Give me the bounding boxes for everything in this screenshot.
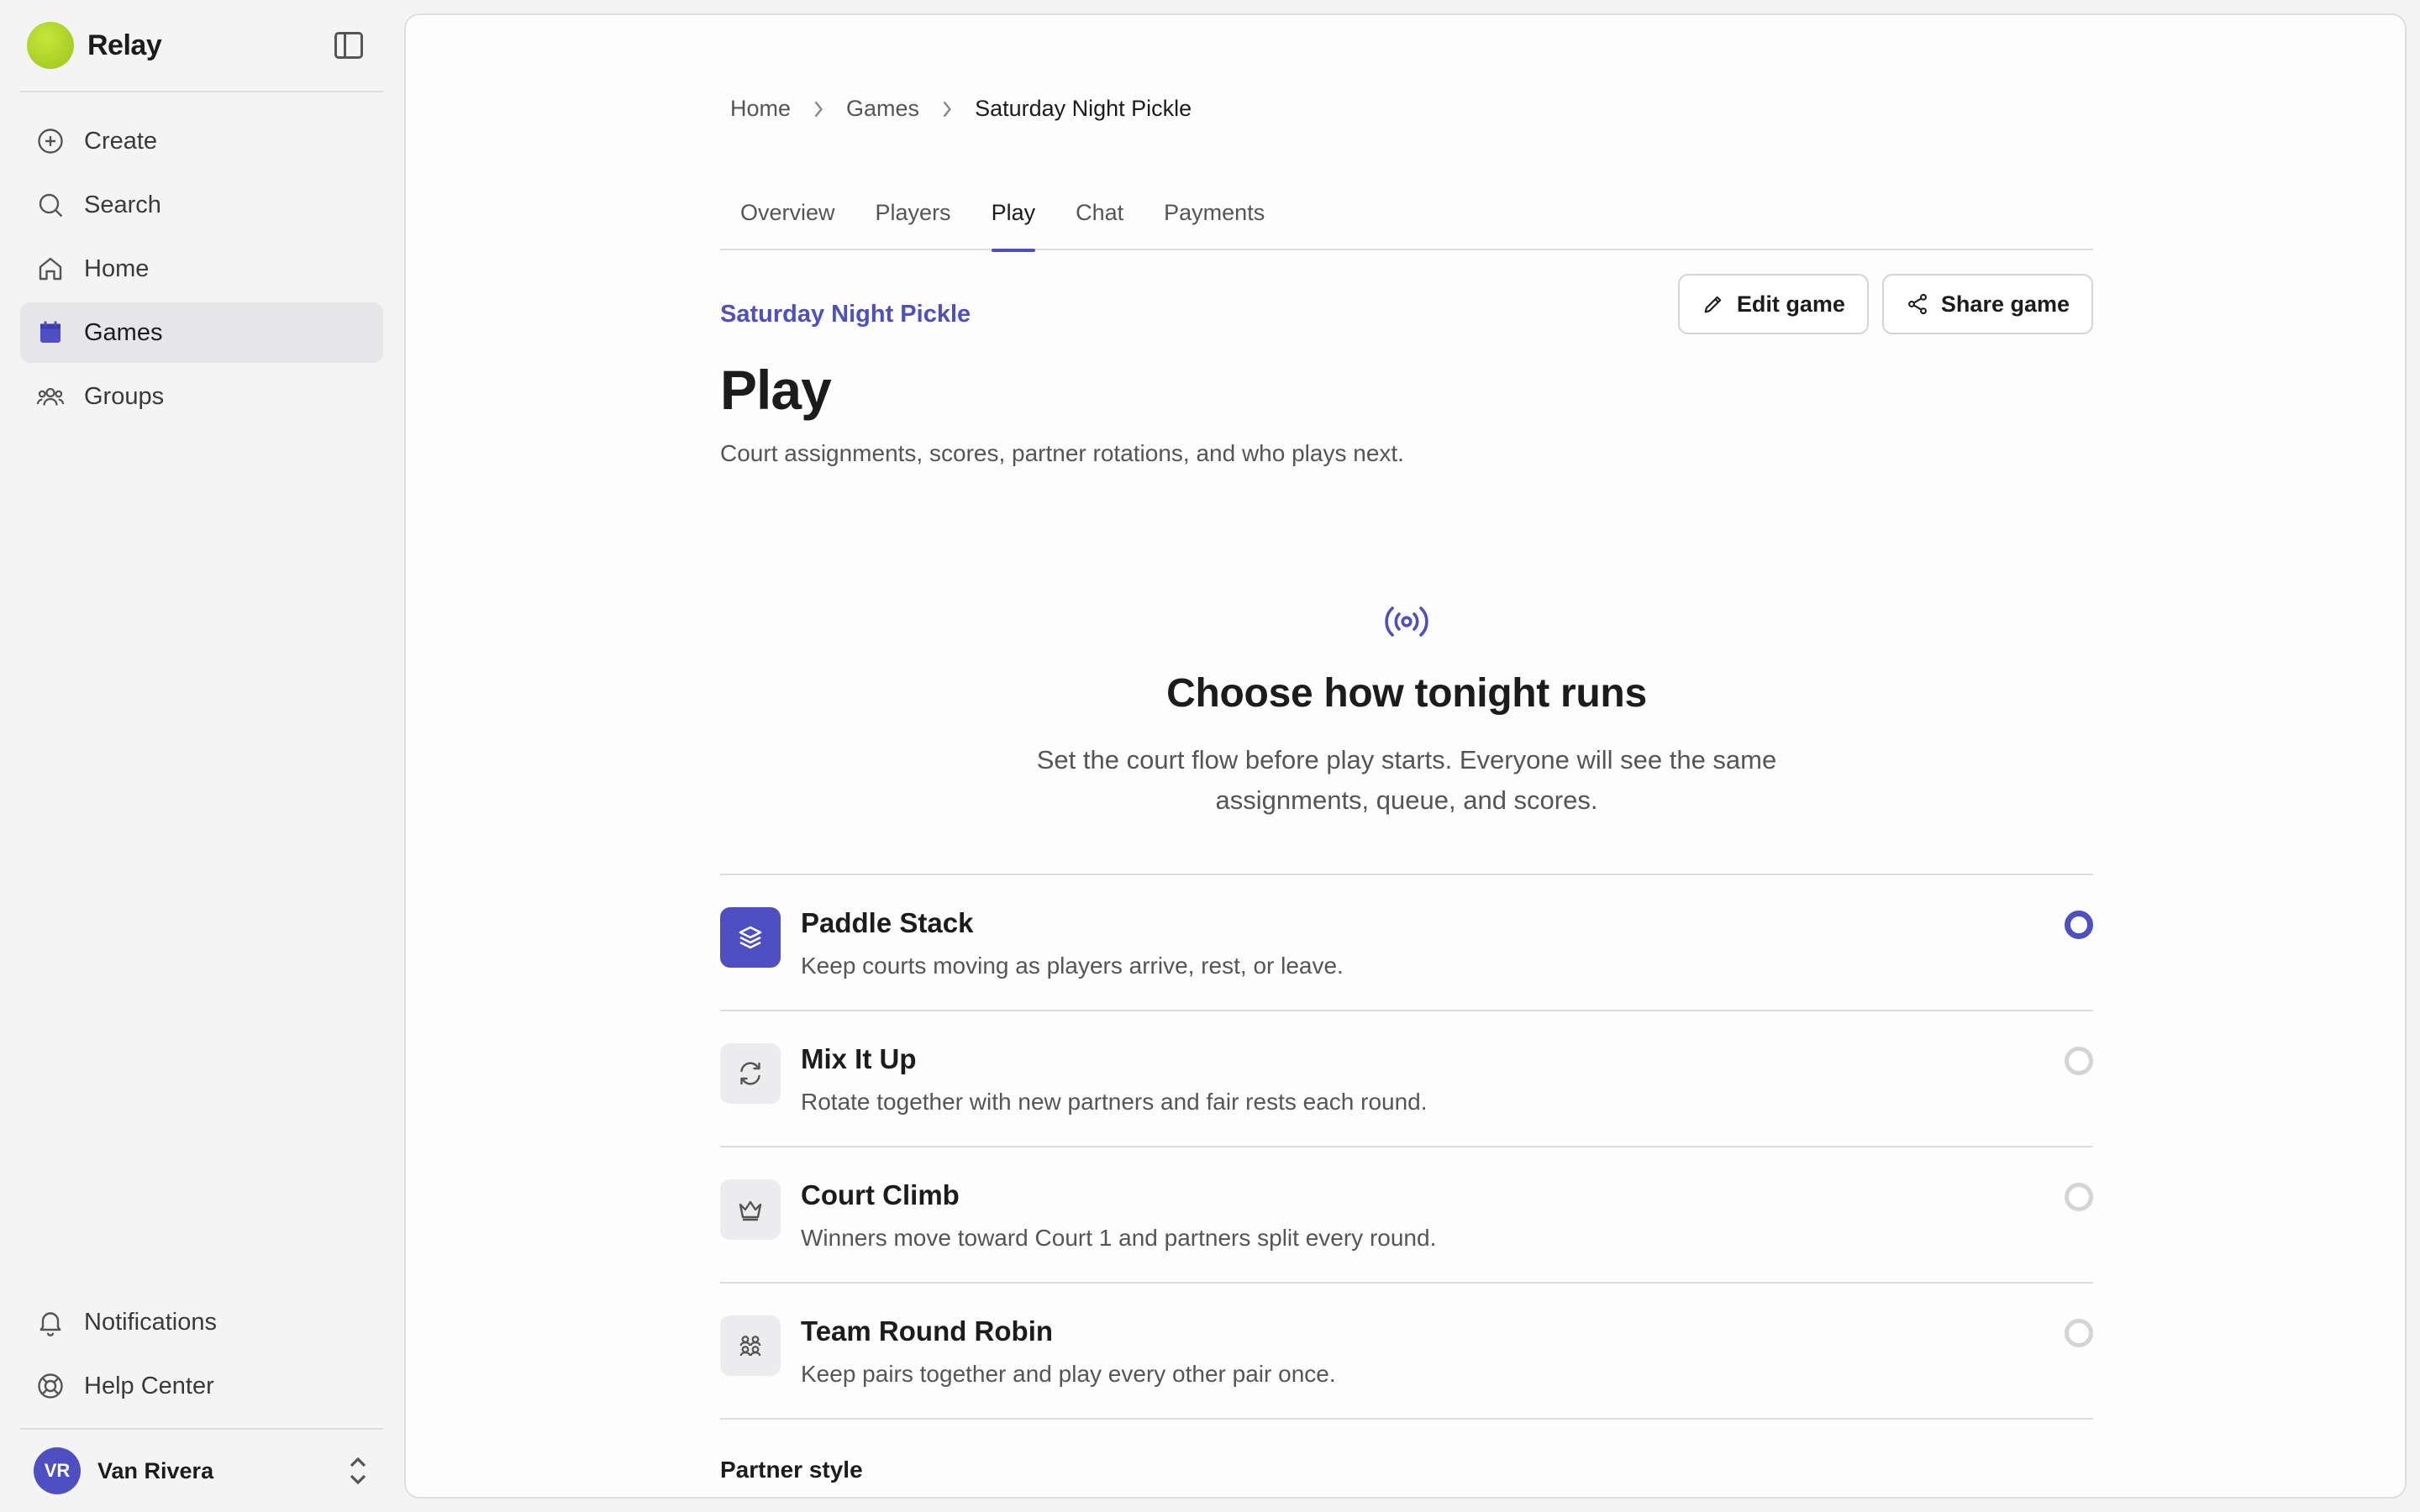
layers-icon (720, 907, 781, 968)
radio-paddle-stack[interactable] (2065, 911, 2093, 939)
page-subtitle: Court assignments, scores, partner rotat… (720, 440, 1404, 466)
sidebar-item-groups[interactable]: Groups (20, 366, 383, 427)
share-game-button[interactable]: Share game (1881, 274, 2093, 334)
refresh-icon (720, 1043, 781, 1104)
sidebar-item-help-center[interactable]: Help Center (20, 1356, 383, 1416)
sidebar-item-label: Notifications (84, 1308, 217, 1336)
sidebar-item-label: Create (84, 127, 158, 155)
user-name: Van Rivera (97, 1457, 214, 1483)
edit-game-button[interactable]: Edit game (1677, 274, 1869, 334)
option-title: Mix It Up (801, 1043, 917, 1074)
home-icon (35, 254, 66, 284)
chevron-right-icon (814, 101, 823, 117)
page-title: Play (720, 359, 832, 421)
sidebar-item-home[interactable]: Home (20, 239, 383, 299)
option-title: Team Round Robin (801, 1315, 1054, 1347)
sidebar-item-label: Search (84, 191, 161, 218)
brand-name: Relay (87, 29, 162, 61)
users-icon (35, 381, 66, 412)
share-game-label: Share game (1940, 291, 2070, 317)
sidebar-item-label: Help Center (84, 1372, 214, 1399)
sidebar-item-notifications[interactable]: Notifications (20, 1292, 383, 1352)
option-description: Rotate together with new partners and fa… (801, 1089, 1428, 1115)
option-title: Paddle Stack (801, 907, 974, 938)
option-description: Keep pairs together and play every other… (801, 1361, 1336, 1387)
radio-mix-it-up[interactable] (2065, 1047, 2093, 1075)
tab-overview[interactable]: Overview (740, 175, 835, 250)
user-menu[interactable]: VR Van Rivera (20, 1428, 383, 1512)
relay-logo-icon (27, 22, 74, 69)
sidebar-footer: Notifications Help Center VR Van Rivera (20, 1292, 383, 1512)
edit-game-label: Edit game (1736, 291, 1845, 317)
header-actions: Edit game Share game (1665, 274, 2093, 334)
game-name-eyebrow: Saturday Night Pickle (720, 301, 971, 328)
breadcrumb-home[interactable]: Home (730, 96, 791, 122)
partner-style-label: Partner style (720, 1457, 863, 1483)
group-icon (720, 1315, 781, 1376)
calendar-icon (35, 318, 66, 348)
option-paddle-stack[interactable]: Paddle Stack Keep courts moving as playe… (720, 875, 2093, 1011)
option-mix-it-up[interactable]: Mix It Up Rotate together with new partn… (720, 1011, 2093, 1147)
empty-state: Choose how tonight runs Set the court fl… (720, 603, 2093, 821)
sidebar-item-search[interactable]: Search (20, 175, 383, 235)
sidebar: Relay Create Search Home Games Groups No… (0, 0, 403, 1512)
tab-bar: Overview Players Play Chat Payments (720, 175, 2093, 252)
chevron-right-icon (943, 101, 952, 117)
tab-chat[interactable]: Chat (1076, 175, 1123, 250)
empty-state-title: Choose how tonight runs (1166, 671, 1647, 716)
lifebuoy-icon (35, 1371, 66, 1401)
option-description: Keep courts moving as players arrive, re… (801, 953, 1344, 979)
option-team-round-robin[interactable]: Team Round Robin Keep pairs together and… (720, 1284, 2093, 1420)
play-format-options: Paddle Stack Keep courts moving as playe… (720, 874, 2093, 1420)
sidebar-item-games[interactable]: Games (20, 302, 383, 363)
sidebar-item-label: Games (84, 318, 163, 346)
pencil-icon (1704, 296, 1722, 313)
tab-players[interactable]: Players (876, 175, 951, 250)
share-icon (1907, 293, 1927, 315)
avatar: VR (34, 1447, 81, 1494)
sidebar-item-label: Groups (84, 382, 165, 410)
option-title: Court Climb (801, 1179, 960, 1210)
broadcast-icon (1385, 606, 1428, 637)
main-panel: Home Games Saturday Night Pickle Overvie… (404, 13, 2407, 1499)
breadcrumb-games[interactable]: Games (846, 96, 919, 122)
option-description: Winners move toward Court 1 and partners… (801, 1225, 1437, 1251)
sidebar-toggle-icon[interactable] (334, 32, 363, 59)
option-court-climb[interactable]: Court Climb Winners move toward Court 1 … (720, 1147, 2093, 1284)
radio-court-climb[interactable] (2065, 1183, 2093, 1211)
sidebar-item-label: Home (84, 255, 150, 282)
bell-icon (35, 1307, 66, 1337)
radio-team-round-robin[interactable] (2065, 1319, 2093, 1347)
plus-circle-icon (35, 126, 66, 156)
breadcrumb: Home Games Saturday Night Pickle (730, 96, 1192, 122)
main-nav: Create Search Home Games Groups (20, 111, 383, 427)
tab-play[interactable]: Play (991, 175, 1035, 252)
brand-header: Relay (20, 0, 383, 92)
sidebar-item-create[interactable]: Create (20, 111, 383, 171)
crown-icon (720, 1179, 781, 1240)
breadcrumb-current: Saturday Night Pickle (975, 96, 1192, 121)
chevron-updown-icon (350, 1457, 366, 1485)
empty-state-description: Set the court flow before play starts. E… (1036, 745, 1777, 816)
tab-payments[interactable]: Payments (1164, 175, 1265, 250)
search-icon (35, 190, 66, 220)
